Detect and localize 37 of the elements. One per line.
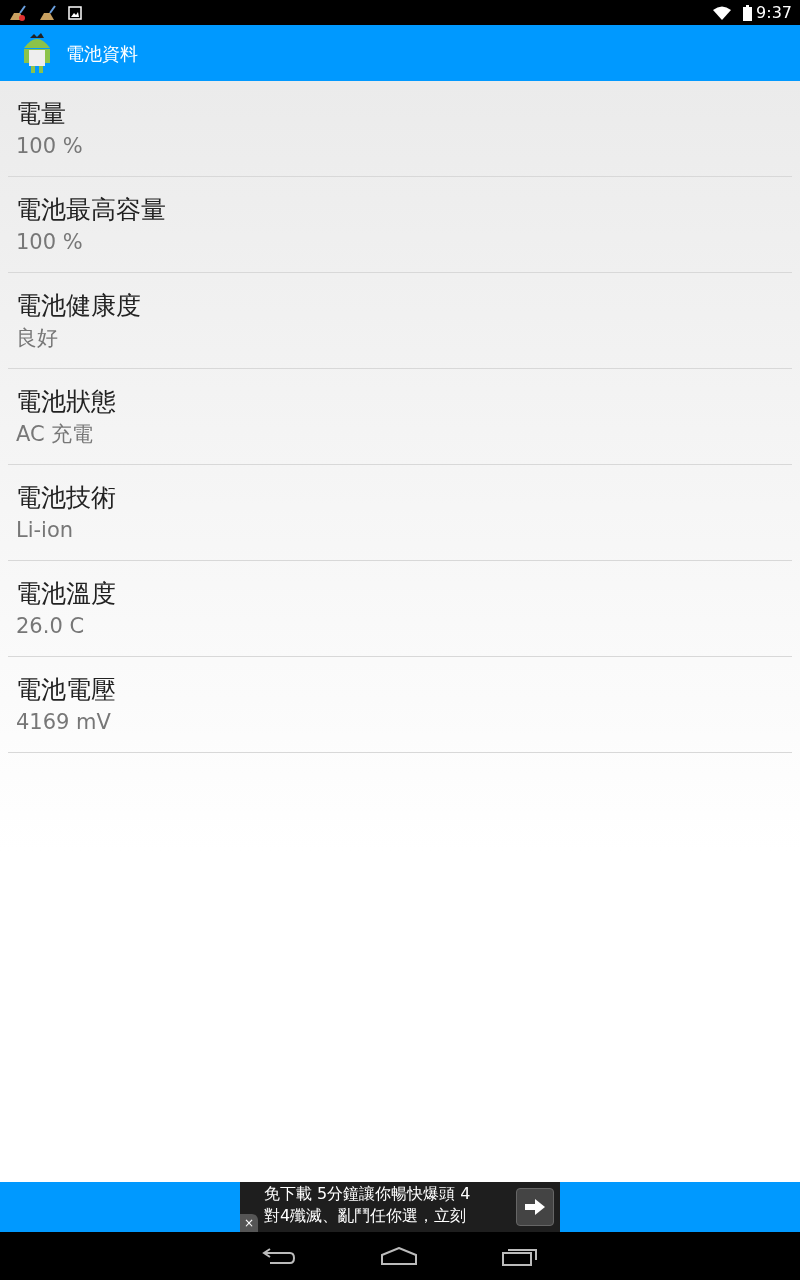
item-label: 電池技術 [16,481,117,514]
list-item[interactable]: 電池最高容量 100 % [8,177,792,273]
broom-icon [38,4,56,21]
item-label: 電池溫度 [16,577,117,610]
image-icon [68,5,82,20]
list-item[interactable]: 電池溫度 26.0 C [8,561,792,657]
ad-banner[interactable]: 免下載 5分鐘讓你暢快爆頭 4 對4殲滅、亂鬥任你選，立刻 × [240,1182,560,1232]
list-item[interactable]: 電池技術 Li-ion [8,465,792,561]
item-label: 電池最高容量 [16,193,167,226]
close-button[interactable]: × [240,1214,258,1232]
item-value: AC 充電 [16,420,95,448]
status-time: 9:37 [756,1,792,24]
item-label: 電量 [16,97,67,130]
back-icon[interactable] [262,1247,296,1265]
item-label: 電池健康度 [16,289,142,322]
item-value: 100 % [16,132,84,160]
item-value: Li-ion [16,516,75,544]
wifi-icon [713,5,732,20]
ad-text: 對4殲滅、亂鬥任你選，立刻 [264,1205,468,1227]
item-value: 100 % [16,228,84,256]
item-value: 4169 mV [16,708,112,736]
list-item[interactable]: 電量 100 % [8,81,792,177]
list-item[interactable]: 電池健康度 良好 [8,273,792,369]
arrow-button[interactable] [516,1188,554,1226]
ad-text: 免下載 5分鐘讓你暢快爆頭 4 [264,1183,472,1205]
list-item[interactable]: 電池狀態 AC 充電 [8,369,792,465]
item-value: 良好 [16,324,59,352]
battery-icon [743,4,753,21]
item-value: 26.0 C [16,612,86,640]
broom-icon [8,4,26,21]
arrow-icon [525,1199,545,1215]
item-label: 電池電壓 [16,673,117,706]
item-label: 電池狀態 [16,385,117,418]
list-item[interactable]: 電池電壓 4169 mV [8,657,792,753]
home-icon[interactable] [380,1247,418,1265]
app-title: 電池資料 [66,41,138,66]
recents-icon[interactable] [502,1246,538,1266]
